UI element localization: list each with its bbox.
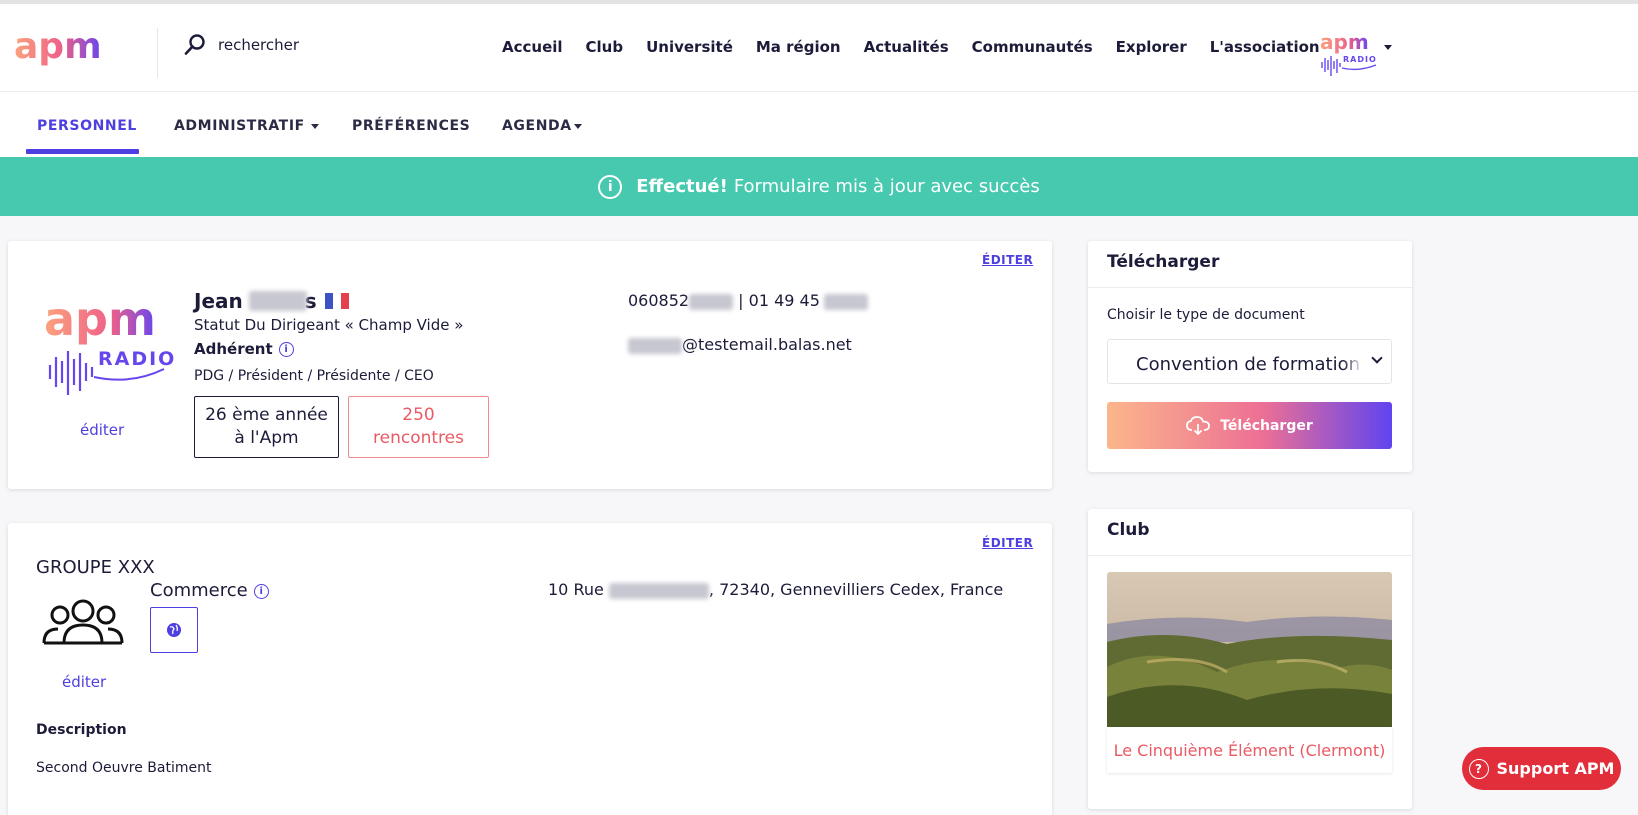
- membership-label: Adhérent: [194, 340, 273, 358]
- document-type-select[interactable]: Convention de formation: [1107, 339, 1392, 384]
- redacted-last-name: [248, 291, 307, 311]
- apm-logo[interactable]: apm: [14, 30, 124, 70]
- profile-photo[interactable]: apm RADIO: [36, 287, 176, 417]
- globe-icon: [167, 623, 181, 637]
- sub-nav: PERSONNEL ADMINISTRATIF PRÉFÉRENCES AGEN…: [0, 92, 1638, 157]
- chevron-down-icon: [1371, 352, 1383, 364]
- profile-name: Jean s: [194, 289, 349, 313]
- redacted-phone-2: [823, 293, 868, 310]
- caret-down-icon[interactable]: [1384, 45, 1392, 50]
- download-card: Télécharger Choisir le type de document …: [1088, 241, 1412, 472]
- france-flag-icon: [324, 293, 349, 309]
- info-icon[interactable]: i: [253, 583, 269, 599]
- help-icon: ?: [1468, 758, 1489, 779]
- years-line1: 26 ème année: [205, 405, 328, 425]
- group-icon: [42, 599, 124, 645]
- divider: [1088, 287, 1412, 288]
- search-icon[interactable]: [184, 34, 206, 56]
- description-text: Second Oeuvre Batiment: [36, 760, 212, 776]
- profile-card: ÉDITER apm RADIO éditer Jean s Statut Du…: [8, 241, 1052, 489]
- document-type-label: Choisir le type de document: [1107, 307, 1305, 323]
- company-logo-edit-link[interactable]: éditer: [62, 673, 106, 691]
- company-name: GROUPE XXX: [36, 557, 155, 578]
- svg-text:RADIO: RADIO: [98, 348, 176, 370]
- search-input[interactable]: rechercher: [218, 36, 299, 54]
- photo-edit-link[interactable]: éditer: [80, 421, 124, 439]
- svg-text:apm: apm: [14, 30, 102, 67]
- tab-agenda-label: AGENDA: [502, 118, 572, 134]
- leader-status: Statut Du Dirigeant « Champ Vide »: [194, 316, 464, 334]
- apm-radio-logo[interactable]: apm RADIO: [1318, 32, 1380, 78]
- redacted-email: [628, 337, 682, 354]
- active-tab-indicator: [26, 149, 139, 154]
- download-button[interactable]: Télécharger: [1107, 402, 1392, 449]
- nav-club[interactable]: Club: [586, 38, 624, 56]
- redacted-street: [608, 582, 709, 599]
- tab-administratif-label: ADMINISTRATIF: [174, 118, 305, 134]
- job-title: PDG / Président / Présidente / CEO: [194, 368, 434, 384]
- company-edit-link[interactable]: ÉDITER: [982, 536, 1033, 550]
- company-card: ÉDITER GROUPE XXX éditer Commerce i 10 Ru…: [8, 523, 1052, 815]
- nav-ma-region[interactable]: Ma région: [756, 38, 841, 56]
- banner-message: Formulaire mis à jour avec succès: [733, 176, 1040, 197]
- nav-universite[interactable]: Université: [646, 38, 733, 56]
- address-suffix: , 72340, Gennevilliers Cedex, France: [708, 580, 1004, 599]
- nav-association[interactable]: L'association: [1210, 38, 1320, 56]
- support-label: Support APM: [1496, 759, 1615, 778]
- caret-down-icon: [310, 123, 319, 129]
- profile-edit-link[interactable]: ÉDITER: [982, 253, 1033, 267]
- meetings-count: 250: [402, 405, 435, 425]
- caret-down-icon: [573, 123, 582, 129]
- nav-actualites[interactable]: Actualités: [864, 38, 949, 56]
- description-label: Description: [36, 722, 127, 738]
- sector-label: Commerce: [150, 580, 248, 601]
- membership: Adhérent i: [194, 340, 294, 358]
- tab-agenda[interactable]: AGENDA: [502, 118, 582, 134]
- support-button[interactable]: ? Support APM: [1462, 747, 1621, 790]
- svg-text:apm: apm: [44, 292, 156, 346]
- svg-text:apm: apm: [1320, 32, 1369, 54]
- company-sector: Commerce i: [150, 580, 269, 601]
- meetings-label: rencontres: [373, 428, 464, 448]
- company-address: 10 Rue , 72340, Gennevilliers Cedex, Fra…: [548, 580, 1003, 599]
- phone-separator: |: [738, 291, 744, 310]
- divider: [1088, 555, 1412, 556]
- nav-communautes[interactable]: Communautés: [972, 38, 1093, 56]
- header-divider: [157, 28, 158, 78]
- club-landscape-image[interactable]: [1107, 572, 1392, 727]
- tab-personnel[interactable]: PERSONNEL: [37, 118, 137, 134]
- main-nav: Accueil Club Université Ma région Actual…: [502, 38, 1343, 56]
- select-fade: [1343, 340, 1363, 383]
- svg-text:RADIO: RADIO: [1343, 55, 1377, 64]
- phone-mid: 01 49 45: [748, 291, 820, 310]
- search-bar[interactable]: rechercher: [184, 34, 299, 56]
- club-title: Club: [1107, 520, 1150, 540]
- address-prefix: 10 Rue: [548, 580, 604, 599]
- download-button-label: Télécharger: [1220, 417, 1313, 434]
- membership-years-box: 26 ème année à l'Apm: [194, 396, 339, 458]
- phone-line: 060852 | 01 49 45: [628, 291, 868, 310]
- redacted-phone-1: [689, 293, 734, 310]
- cloud-download-icon: [1186, 415, 1211, 435]
- top-header: apm rechercher Accueil Club Université M…: [0, 4, 1638, 92]
- club-card: Club Le Cinquième Élément (Clermont): [1088, 509, 1412, 809]
- nav-accueil[interactable]: Accueil: [502, 38, 563, 56]
- info-icon[interactable]: i: [278, 342, 294, 357]
- info-icon: i: [598, 174, 623, 199]
- first-name: Jean: [194, 289, 243, 313]
- email-line: @testemail.balas.net: [628, 335, 852, 354]
- download-title: Télécharger: [1107, 252, 1220, 272]
- years-line2: à l'Apm: [234, 428, 299, 448]
- tab-administratif[interactable]: ADMINISTRATIF: [174, 118, 319, 134]
- nav-explorer[interactable]: Explorer: [1116, 38, 1187, 56]
- banner-strong: Effectué!: [636, 176, 728, 197]
- club-name-link[interactable]: Le Cinquième Élément (Clermont): [1107, 727, 1392, 773]
- tab-preferences[interactable]: PRÉFÉRENCES: [352, 118, 470, 134]
- website-button[interactable]: [150, 607, 198, 653]
- meetings-box[interactable]: 250 rencontres: [348, 396, 489, 458]
- phone-prefix: 060852: [628, 291, 690, 310]
- success-banner: i Effectué! Formulaire mis à jour avec s…: [0, 157, 1638, 216]
- document-type-value: Convention de formation: [1136, 354, 1361, 375]
- email-domain: @testemail.balas.net: [682, 335, 852, 354]
